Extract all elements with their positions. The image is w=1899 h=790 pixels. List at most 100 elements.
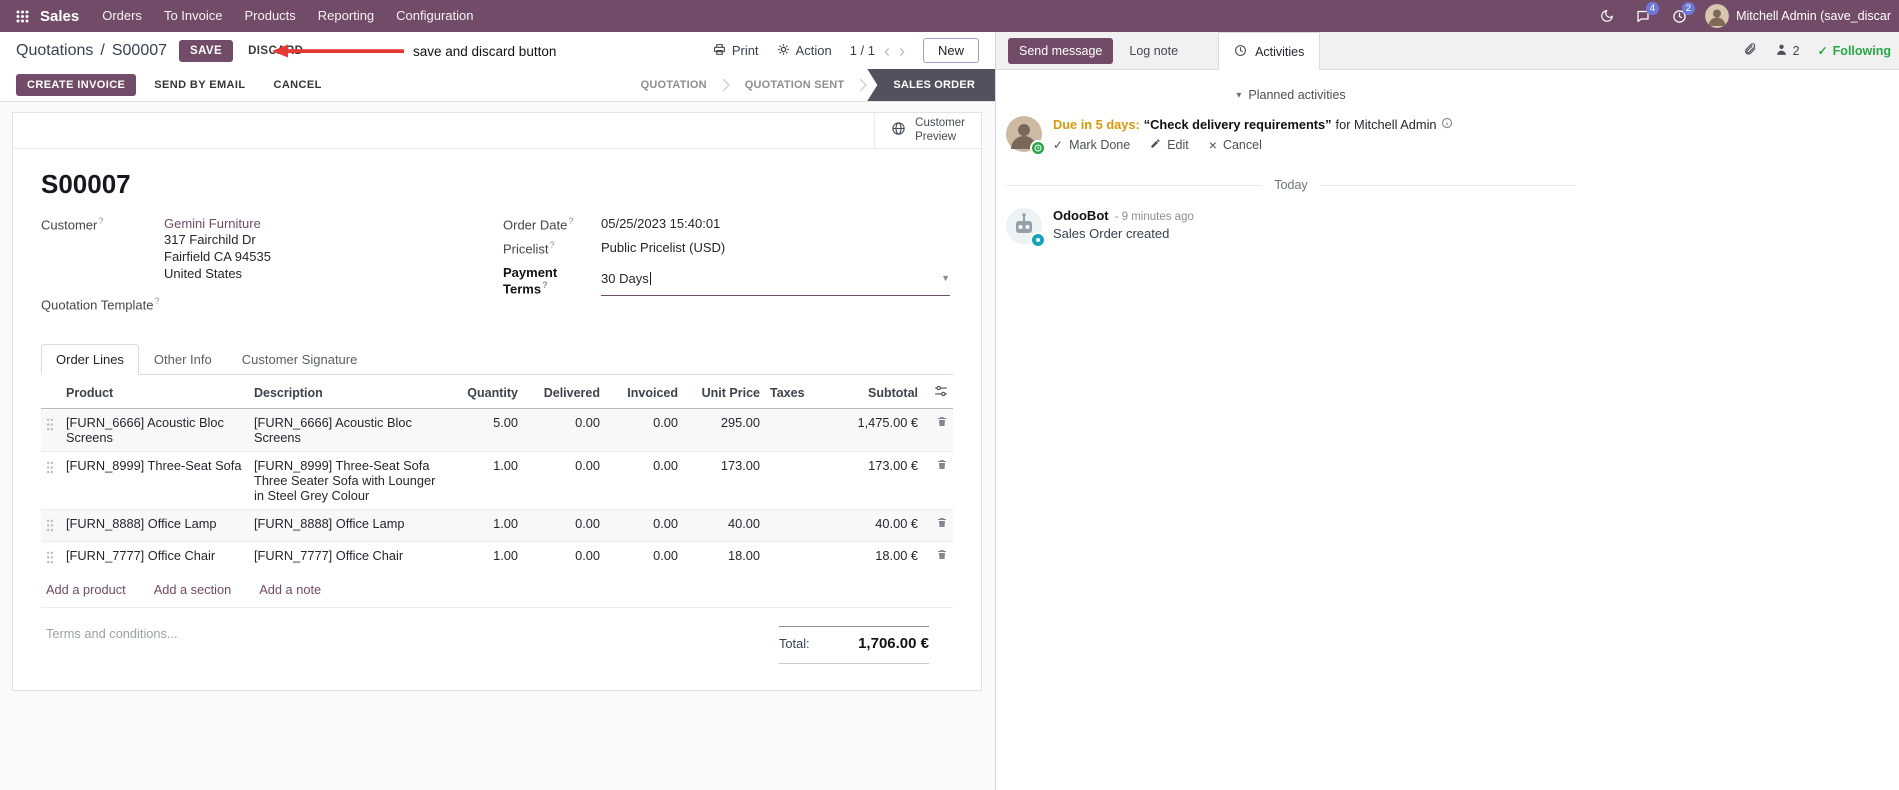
info-icon[interactable] (1441, 116, 1453, 133)
address-line: United States (164, 266, 243, 281)
add-product-link[interactable]: Add a product (46, 582, 126, 597)
tab-other-info[interactable]: Other Info (139, 344, 227, 375)
following-button[interactable]: ✓ Following (1818, 44, 1891, 58)
customer-link[interactable]: Gemini Furniture (164, 216, 261, 231)
delivered-cell[interactable]: 0.00 (523, 509, 605, 542)
terms-placeholder[interactable]: Terms and conditions... (41, 626, 178, 664)
description-cell[interactable]: [FURN_8999] Three-Seat Sofa Three Seater … (249, 451, 445, 510)
breadcrumb-quotations[interactable]: Quotations (16, 42, 93, 60)
delivered-cell[interactable]: 0.00 (523, 541, 605, 574)
add-note-link[interactable]: Add a note (259, 582, 321, 597)
delete-row-icon[interactable] (923, 409, 953, 452)
delete-row-icon[interactable] (923, 541, 953, 574)
tab-customer-signature[interactable]: Customer Signature (227, 344, 373, 375)
activity-due: Due in 5 days: (1053, 117, 1140, 132)
taxes-cell[interactable] (765, 541, 823, 574)
payment-terms-input[interactable]: 30 Days ▼ (601, 265, 950, 296)
quantity-cell[interactable]: 1.00 (445, 509, 523, 542)
messages-icon[interactable]: 4 (1627, 0, 1660, 32)
product-cell[interactable]: [FURN_8999] Three-Seat Sofa (61, 451, 249, 510)
message-avatar (1006, 208, 1046, 249)
activities-tab[interactable]: Activities (1218, 32, 1321, 70)
unit-price-cell[interactable]: 295.00 (683, 409, 765, 452)
invoiced-cell[interactable]: 0.00 (605, 541, 683, 574)
menu-reporting[interactable]: Reporting (307, 0, 385, 32)
order-date-value[interactable]: 05/25/2023 15:40:01 (601, 216, 720, 232)
description-cell[interactable]: [FURN_7777] Office Chair (249, 541, 445, 574)
delete-row-icon[interactable] (923, 451, 953, 510)
taxes-cell[interactable] (765, 509, 823, 542)
quotation-template-field[interactable]: Quotation Template? (41, 296, 503, 312)
taxes-cell[interactable] (765, 451, 823, 510)
unit-price-column-header: Unit Price (683, 377, 765, 410)
cancel-activity-button[interactable]: × Cancel (1209, 138, 1262, 152)
form-pane: Quotations / S00007 SAVE DISCARD Print A… (0, 32, 995, 790)
chevron-down-icon[interactable]: ▼ (941, 273, 950, 283)
discard-button[interactable]: DISCARD (239, 40, 312, 62)
cancel-button[interactable]: CANCEL (263, 74, 331, 96)
add-section-link[interactable]: Add a section (154, 582, 232, 597)
log-note-button[interactable]: Log note (1119, 38, 1188, 64)
drag-handle-icon[interactable] (41, 409, 61, 452)
planned-activities-header[interactable]: ▾ Planned activities (1006, 88, 1576, 102)
delivered-cell[interactable]: 0.00 (523, 451, 605, 510)
followers-button[interactable]: 2 (1775, 43, 1800, 59)
menu-orders[interactable]: Orders (91, 0, 153, 32)
menu-to-invoice[interactable]: To Invoice (153, 0, 234, 32)
save-button[interactable]: SAVE (179, 39, 234, 62)
delete-row-icon[interactable] (923, 509, 953, 542)
menu-configuration[interactable]: Configuration (385, 0, 484, 32)
new-button[interactable]: New (922, 38, 979, 63)
drag-handle-icon[interactable] (41, 509, 61, 542)
description-cell[interactable]: [FURN_6666] Acoustic Bloc Screens (249, 409, 445, 452)
tab-order-lines[interactable]: Order Lines (41, 344, 139, 376)
delivered-cell[interactable]: 0.00 (523, 409, 605, 452)
product-cell[interactable]: [FURN_7777] Office Chair (61, 541, 249, 574)
send-by-email-button[interactable]: SEND BY EMAIL (144, 74, 255, 96)
user-menu[interactable]: Mitchell Admin (save_discar (1705, 4, 1891, 28)
create-invoice-button[interactable]: CREATE INVOICE (16, 74, 137, 96)
action-button[interactable]: Action (777, 43, 832, 59)
drag-handle-icon[interactable] (41, 451, 61, 510)
invoiced-cell[interactable]: 0.00 (605, 451, 683, 510)
apps-menu-icon[interactable] (8, 0, 36, 32)
step-quotation-sent[interactable]: QUOTATION SENT (730, 69, 860, 101)
invoiced-cell[interactable]: 0.00 (605, 409, 683, 452)
unit-price-cell[interactable]: 40.00 (683, 509, 765, 542)
product-cell[interactable]: [FURN_6666] Acoustic Bloc Screens (61, 409, 249, 452)
print-button[interactable]: Print (713, 43, 759, 59)
action-label: Action (795, 43, 832, 58)
pricelist-value[interactable]: Public Pricelist (USD) (601, 240, 725, 256)
app-name[interactable]: Sales (40, 8, 79, 25)
quantity-cell[interactable]: 5.00 (445, 409, 523, 452)
customer-field: Customer? Gemini Furniture 317 Fairchild… (41, 216, 503, 282)
attachment-icon[interactable] (1743, 41, 1757, 61)
quantity-cell[interactable]: 1.00 (445, 541, 523, 574)
customer-preview-button[interactable]: Customer Preview (874, 113, 981, 148)
notebook-tabs: Order Lines Other Info Customer Signatur… (41, 344, 953, 376)
step-sales-order[interactable]: SALES ORDER (867, 69, 995, 101)
product-cell[interactable]: [FURN_8888] Office Lamp (61, 509, 249, 542)
pager: 1 / 1 ‹ › (850, 42, 905, 60)
description-cell[interactable]: [FURN_8888] Office Lamp (249, 509, 445, 542)
pager-previous-icon[interactable]: ‹ (884, 42, 890, 60)
person-icon (1775, 43, 1788, 59)
delivered-column-header: Delivered (523, 377, 605, 410)
send-message-button[interactable]: Send message (1008, 37, 1114, 64)
unit-price-cell[interactable]: 18.00 (683, 541, 765, 574)
menu-products[interactable]: Products (233, 0, 306, 32)
drag-handle-icon[interactable] (41, 541, 61, 574)
mark-done-button[interactable]: ✓ Mark Done (1053, 138, 1130, 152)
chatter-panel: Send message Log note Activities 2 ✓ Fol… (995, 32, 1899, 790)
dark-mode-icon[interactable] (1591, 0, 1623, 32)
quantity-cell[interactable]: 1.00 (445, 451, 523, 510)
step-quotation[interactable]: QUOTATION (626, 69, 722, 101)
pager-next-icon[interactable]: › (899, 42, 905, 60)
pager-value[interactable]: 1 / 1 (850, 43, 875, 58)
edit-activity-button[interactable]: Edit (1150, 138, 1189, 152)
unit-price-cell[interactable]: 173.00 (683, 451, 765, 510)
taxes-cell[interactable] (765, 409, 823, 452)
optional-columns-icon[interactable] (923, 377, 953, 410)
activities-clock-icon[interactable]: 2 (1663, 0, 1696, 32)
invoiced-cell[interactable]: 0.00 (605, 509, 683, 542)
